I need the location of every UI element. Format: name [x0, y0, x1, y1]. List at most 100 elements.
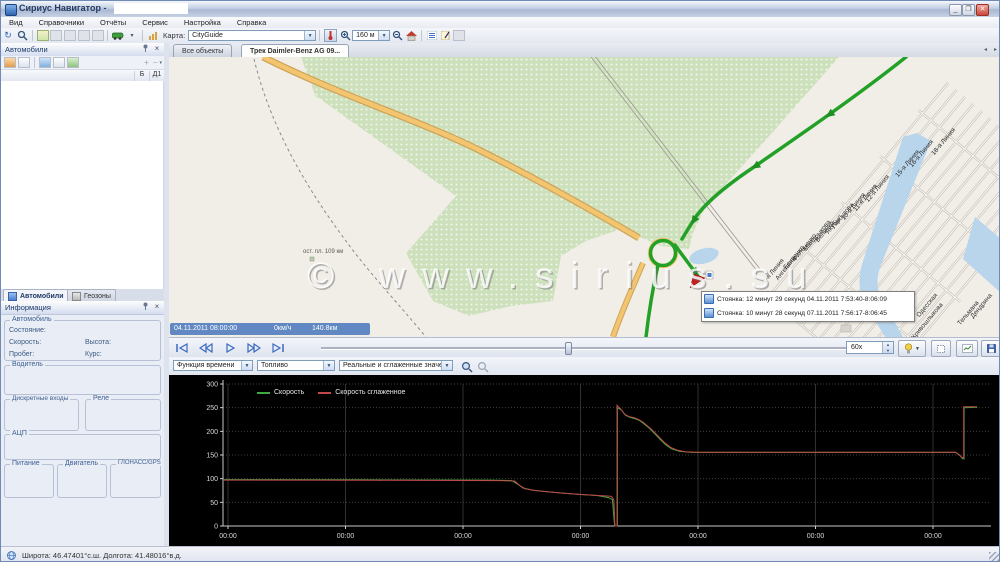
svg-text:150: 150 — [206, 453, 218, 460]
group-icon — [53, 57, 65, 68]
scale-select[interactable]: 160 м▼ — [352, 30, 390, 41]
pin-icon[interactable] — [140, 302, 150, 312]
parameter-select[interactable]: Топливо▼ — [257, 360, 335, 371]
menu-otchety[interactable]: Отчёты — [92, 18, 134, 27]
playback-speed-spinner[interactable]: 60x ▲▼ — [846, 341, 894, 354]
svg-text:00:00: 00:00 — [337, 533, 355, 540]
skip-end-button[interactable] — [269, 341, 287, 354]
add-icon[interactable]: + — [144, 58, 149, 67]
svg-text:200: 200 — [206, 429, 218, 436]
values-mode-select[interactable]: Реальные и сглаженные значен▼ — [339, 360, 453, 371]
vehicles-panel: Автомобили × + − ▾ Б Д1 — [1, 43, 164, 289]
menu-nastroyka[interactable]: Настройка — [176, 18, 229, 27]
track-mode-toggle[interactable] — [324, 29, 337, 42]
refresh-icon[interactable]: ↻ — [2, 30, 14, 41]
zoom-out-icon[interactable] — [391, 30, 403, 41]
parking-tooltip-line: Стоянка: 12 минут 29 секунд 04.11.2011 7… — [717, 296, 887, 303]
highlight-button[interactable]: ▼ — [898, 340, 926, 357]
skip-start-button[interactable] — [173, 341, 191, 354]
tab-track[interactable]: Трек Daimler-Benz AG 09... — [241, 44, 349, 58]
playback-bar: 60x ▲▼ ▼ — [169, 337, 1000, 359]
track-datetime: 04.11.2011 08:00:00 — [174, 323, 237, 335]
svg-text:0: 0 — [214, 524, 218, 531]
timeline-slider-thumb[interactable] — [565, 342, 572, 355]
remove-icon[interactable]: − — [153, 58, 158, 67]
map-view[interactable]: 18-я Линия 16-я Линия 15-я Линия 12-я Ли… — [169, 57, 1000, 337]
speed-chart[interactable]: 05010015020025030000:0000:0000:0000:0000… — [169, 375, 1000, 546]
svg-text:00:00: 00:00 — [572, 533, 590, 540]
chevron-down-icon[interactable]: ▼ — [378, 31, 389, 40]
disabled-icon-2 — [64, 30, 76, 41]
report-icon[interactable] — [37, 30, 49, 41]
chevron-down-icon[interactable]: ▼ — [241, 361, 252, 370]
close-icon[interactable]: × — [152, 44, 162, 54]
vehicles-panel-title: Автомобили — [5, 45, 48, 54]
vehicles-toolbar: + − ▾ — [1, 56, 164, 70]
column-d1[interactable]: Д1 — [149, 71, 164, 81]
disabled-icon-3 — [78, 30, 90, 41]
chevron-down-icon[interactable]: ▼ — [323, 361, 334, 370]
globe-icon[interactable] — [39, 57, 51, 68]
app-window: Сириус Навигатор - _ ❐ ✕ Вид Справочники… — [0, 0, 1000, 562]
svg-text:100: 100 — [206, 476, 218, 483]
vehicle-dropdown-icon[interactable]: ▾ — [126, 30, 138, 41]
chevron-down-icon[interactable]: ▼ — [915, 346, 920, 352]
status-bar: Широта: 46.47401°с.ш. Долгота: 41.48016°… — [1, 546, 1000, 562]
parking-icon — [704, 294, 714, 304]
save-button[interactable] — [981, 340, 1000, 357]
tab-all-objects[interactable]: Все объекты — [173, 44, 232, 57]
mileage-label: Пробег: — [9, 351, 34, 358]
info-panel-header: Информация × — [1, 301, 164, 315]
column-b[interactable]: Б — [134, 71, 149, 81]
minimize-button[interactable]: _ — [949, 4, 962, 16]
fast-forward-button[interactable] — [245, 341, 263, 354]
engine-group: Двигатель — [57, 464, 107, 498]
pin-icon[interactable] — [140, 44, 150, 54]
vehicle-icon[interactable] — [112, 30, 124, 41]
select-area-button[interactable] — [931, 340, 951, 357]
geozones-tab-icon — [72, 292, 81, 301]
menu-spravka[interactable]: Справка — [229, 18, 274, 27]
close-icon[interactable]: × — [152, 302, 162, 312]
map-select[interactable]: CityGuide▼ — [188, 30, 316, 41]
info-panel-title: Информация — [5, 303, 51, 312]
svg-text:00:00: 00:00 — [454, 533, 472, 540]
maximize-button[interactable]: ❐ — [962, 4, 975, 16]
chart-icon[interactable] — [147, 30, 159, 41]
track-status-overlay: 04.11.2011 08:00:00 0км/ч 140.8км — [170, 323, 370, 335]
resize-grip[interactable] — [989, 552, 999, 562]
chart-legend: Скорость Скорость сглаженное — [253, 389, 405, 396]
coordinates-status: Широта: 46.47401°с.ш. Долгота: 41.48016°… — [22, 551, 182, 560]
disabled-icon-4 — [92, 30, 104, 41]
track-speed: 0км/ч — [274, 323, 291, 335]
close-button[interactable]: ✕ — [976, 4, 989, 16]
home-icon[interactable] — [405, 30, 417, 41]
timeline-slider[interactable] — [321, 347, 849, 350]
column-name[interactable] — [1, 71, 134, 81]
spinner-arrows-icon[interactable]: ▲▼ — [882, 342, 893, 353]
filter-icon[interactable] — [4, 57, 16, 68]
list-icon[interactable] — [426, 30, 438, 41]
tab-scroll-right-icon[interactable]: ▸ — [994, 46, 997, 53]
legend-swatch-smoothed — [318, 392, 331, 394]
geo-icon[interactable] — [67, 57, 79, 68]
chevron-down-icon[interactable]: ▼ — [304, 31, 315, 40]
show-chart-button[interactable] — [956, 340, 978, 357]
menu-spravochniki[interactable]: Справочники — [31, 18, 92, 27]
adc-group: АЦП — [4, 434, 161, 460]
search-icon[interactable] — [16, 30, 28, 41]
rewind-button[interactable] — [197, 341, 215, 354]
zoom-in-icon[interactable] — [339, 30, 351, 41]
menu-vid[interactable]: Вид — [1, 18, 31, 27]
svg-text:00:00: 00:00 — [219, 533, 237, 540]
chevron-down-icon[interactable]: ▼ — [441, 361, 452, 370]
tab-scroll-left-icon[interactable]: ◂ — [984, 46, 987, 53]
edit-icon[interactable] — [440, 30, 452, 41]
track-distance: 140.8км — [312, 323, 337, 335]
play-button[interactable] — [221, 341, 239, 354]
svg-text:250: 250 — [206, 405, 218, 412]
vehicles-list[interactable] — [1, 81, 164, 289]
function-select[interactable]: Функция времени▼ — [173, 360, 253, 371]
columns-dropdown-icon[interactable]: ▾ — [159, 60, 162, 66]
menu-servis[interactable]: Сервис — [134, 18, 176, 27]
